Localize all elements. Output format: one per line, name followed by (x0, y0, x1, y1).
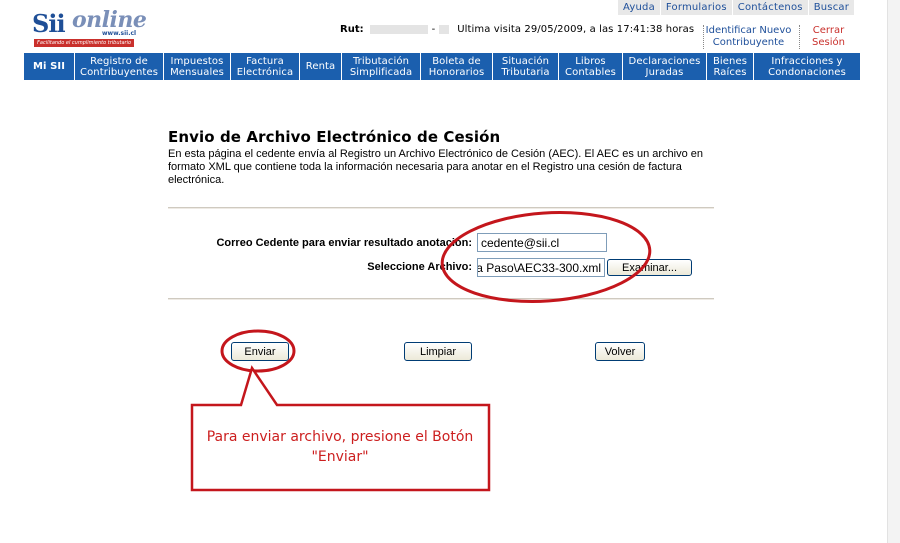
contact-link[interactable]: Contáctenos (731, 0, 808, 15)
session-info: Rut: - Ultima visita 29/05/2009, a las 1… (340, 24, 694, 35)
nav-item-registro-contribuyentes[interactable]: Registro de Contribuyentes (75, 53, 164, 80)
browse-button[interactable]: Examinar... (607, 259, 692, 276)
nav-item-bienes-raices[interactable]: Bienes Raíces (707, 53, 754, 80)
nav-item-label: Renta (305, 61, 336, 72)
nav-item-boleta-honorarios[interactable]: Boleta de Honorarios (421, 53, 493, 80)
logout-link-line-1: Cerrar (812, 25, 845, 36)
last-visit-text: Ultima visita 29/05/2009, a las 17:41:38… (457, 24, 695, 35)
nav-item-label: Tributación (352, 55, 410, 67)
rut-masked-value (369, 25, 428, 34)
identify-link-line-1: Identificar Nuevo (705, 25, 792, 36)
top-links-bar: Ayuda Formularios Contáctenos Buscar (618, 0, 855, 15)
main-nav-bar: Mi SII Registro de Contribuyentes Impuest… (24, 53, 860, 80)
nav-item-label: Honorarios (428, 66, 485, 78)
nav-item-label: Bienes (712, 55, 748, 67)
callout-text: Para enviar archivo, presione el Botón "… (206, 429, 474, 465)
back-button[interactable]: Volver (595, 342, 645, 361)
identify-link-line-2: Contribuyente (712, 37, 785, 48)
nav-item-label: Boleta de (432, 55, 481, 67)
nav-item-label: Registro de (90, 55, 148, 67)
file-path-input[interactable]: ...a Paso\AEC33-300.xml (477, 258, 605, 277)
rut-separator: - (431, 24, 436, 35)
highlight-ellipse-form-fields (440, 211, 652, 303)
rut-check-digit-masked (439, 25, 450, 34)
nav-item-label: Mi SII (32, 61, 66, 72)
rut-label: Rut: (340, 24, 364, 35)
nav-item-factura-electronica[interactable]: Factura Electrónica (231, 53, 300, 80)
nav-item-label: Mensuales (170, 66, 224, 78)
nav-item-label: Declaraciones (628, 55, 701, 67)
nav-item-label: Raíces (713, 66, 747, 78)
logo-sii-text: Sii (32, 9, 66, 38)
nav-item-mi-sii[interactable]: Mi SII (24, 53, 75, 80)
help-link[interactable]: Ayuda (618, 0, 660, 15)
nav-item-label: Electrónica (236, 66, 294, 78)
clear-button[interactable]: Limpiar (404, 342, 472, 361)
nav-item-label: Situación (501, 55, 550, 67)
email-input[interactable]: cedente@sii.cl (477, 233, 607, 252)
file-path-value: ...a Paso\AEC33-300.xml (477, 261, 601, 275)
divider-bottom (168, 298, 714, 300)
nav-item-label: Contribuyentes (79, 66, 159, 78)
nav-item-impuestos-mensuales[interactable]: Impuestos Mensuales (164, 53, 231, 80)
nav-item-situacion-tributaria[interactable]: Situación Tributaria (493, 53, 559, 80)
page-title: Envio de Archivo Electrónico de Cesión (168, 128, 501, 146)
nav-item-libros-contables[interactable]: Libros Contables (559, 53, 623, 80)
logout-link[interactable]: Cerrar Sesión (799, 25, 857, 49)
nav-item-declaraciones-juradas[interactable]: Declaraciones Juradas (623, 53, 707, 80)
sii-online-logo[interactable]: Sii online www.sii.cl Facilitando el cum… (30, 7, 147, 47)
forms-link[interactable]: Formularios (659, 0, 732, 15)
nav-item-label: Tributaria (501, 66, 550, 78)
nav-item-label: Contables (565, 66, 616, 78)
divider-top (168, 207, 714, 209)
nav-item-label: Libros (575, 55, 606, 67)
nav-item-label: Condonaciones (768, 66, 846, 78)
page-description: En esta página el cedente envía al Regis… (168, 148, 704, 186)
file-label: Seleccione Archivo: (367, 261, 472, 273)
nav-item-label: Infracciones y (771, 55, 843, 67)
nav-item-label: Factura (246, 55, 284, 67)
nav-item-label: Juradas (645, 66, 684, 78)
nav-item-renta[interactable]: Renta (300, 53, 342, 80)
nav-item-label: Impuestos (170, 55, 224, 67)
nav-item-label: Simplificada (349, 66, 413, 78)
identify-taxpayer-link[interactable]: Identificar Nuevo Contribuyente (703, 25, 793, 49)
logout-link-line-2: Sesión (812, 37, 845, 48)
nav-item-infracciones-condonaciones[interactable]: Infracciones y Condonaciones (754, 53, 860, 80)
send-button[interactable]: Enviar (231, 342, 289, 361)
email-label: Correo Cedente para enviar resultado ano… (216, 237, 472, 249)
search-link[interactable]: Buscar (807, 0, 854, 15)
window-scroll-strip[interactable] (887, 0, 900, 543)
logo-tagline: Facilitando el cumplimiento tributario (34, 39, 134, 47)
nav-item-tributacion-simplificada[interactable]: Tributación Simplificada (342, 53, 421, 80)
logo-url-text: www.sii.cl (102, 30, 137, 37)
